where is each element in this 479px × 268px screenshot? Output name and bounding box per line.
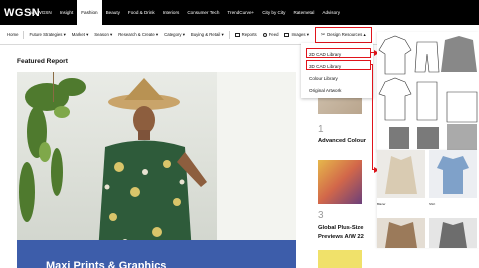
featured-report-image[interactable] [17,72,296,268]
sub-nav-future-strategies[interactable]: Future Strategies ▾ [26,32,68,38]
card-number: 3 [318,210,324,221]
3d-shirt-thumbnail[interactable] [429,150,477,198]
card-subtitle[interactable]: Previews A/W 22 [318,234,364,240]
garment-illustration [439,222,467,248]
shirt-illustration [437,156,469,194]
sub-nav-reports[interactable]: Reports [232,32,260,37]
sub-nav-images-label: Images ▾ [291,31,309,37]
2d-cad-sketches [378,35,478,150]
garment-illustration [385,222,417,248]
sub-nav-design-resources[interactable]: ✂ Design Resources ▴ [314,26,372,43]
feed-icon [262,32,267,37]
top-nav-item-fashion[interactable]: Fashion [77,0,102,25]
top-nav-item-consumer-tech[interactable]: Consumer Tech [183,0,223,25]
divider [228,30,230,39]
menu-item-colour-library[interactable]: Colour Library [309,76,338,81]
3d-thumbnail[interactable] [429,218,477,248]
top-nav-item-trendcurve[interactable]: TrendCurve+ [223,0,258,25]
design-resources-icon: ✂ [320,31,326,38]
images-icon [284,32,290,37]
top-nav-item-food-drink[interactable]: Food & Drink [124,0,159,25]
top-nav-item-insight[interactable]: Insight [56,0,78,25]
sub-nav-feed-label: Feed [268,32,279,37]
3d-label: Shirt [429,202,436,206]
sub-nav-images[interactable]: Images ▾ [281,32,311,38]
top-nav-item-advisory[interactable]: Advisory [318,0,344,25]
featured-report-heading: Featured Report [17,58,68,65]
top-nav-bar: WGSN My WGSN Insight Fashion Beauty Food… [0,0,479,25]
2d-cad-library-preview [377,32,479,152]
3d-thumbnail[interactable] [377,218,425,248]
wgsn-logo[interactable]: WGSN [0,7,40,19]
sub-nav-market[interactable]: Market ▾ [69,32,91,38]
featured-report-title[interactable]: Maxi Prints & Graphics [46,260,166,268]
sub-nav-buying-retail[interactable]: Buying & Retail ▾ [188,32,227,38]
top-nav-item-interiors[interactable]: Interiors [159,0,184,25]
reports-icon [234,32,240,37]
hero-illustration [19,72,296,268]
arrow-3d-vertical [372,64,374,170]
sub-nav-season[interactable]: Season ▾ [91,32,115,38]
top-nav-item-beauty[interactable]: Beauty [102,0,124,25]
highlight-2d-cad [306,48,371,58]
card-image[interactable] [318,250,362,268]
sub-nav-design-resources-label: Design Resources ▴ [327,31,366,37]
top-nav-item-ratemetal[interactable]: Ratemetal [289,0,318,25]
card-title[interactable]: Advanced Colour [318,138,366,144]
card-number: 1 [318,124,324,135]
3d-label: Blazer [377,202,386,206]
card-image[interactable] [318,160,362,204]
top-nav-item-city-by-city[interactable]: City by City [258,0,289,25]
highlight-3d-cad [306,60,371,70]
divider [23,30,25,39]
sub-nav-research-create[interactable]: Research & Create ▾ [115,32,161,38]
sub-nav-feed[interactable]: Feed [260,32,282,37]
3d-cad-library-preview: Blazer Shirt [377,150,479,248]
sub-nav-home[interactable]: Home [4,32,21,37]
sub-nav-reports-label: Reports [241,32,257,37]
card-title[interactable]: Global Plus-Size [318,225,363,231]
menu-item-original-artwork[interactable]: Original Artwork [309,88,341,93]
top-nav: My WGSN Insight Fashion Beauty Food & Dr… [26,0,344,25]
sub-nav-category[interactable]: Category ▾ [161,32,188,38]
blazer-illustration [385,156,417,194]
top-nav-item-my-wgsn[interactable]: My WGSN [26,0,56,25]
3d-blazer-thumbnail[interactable] [377,150,425,198]
